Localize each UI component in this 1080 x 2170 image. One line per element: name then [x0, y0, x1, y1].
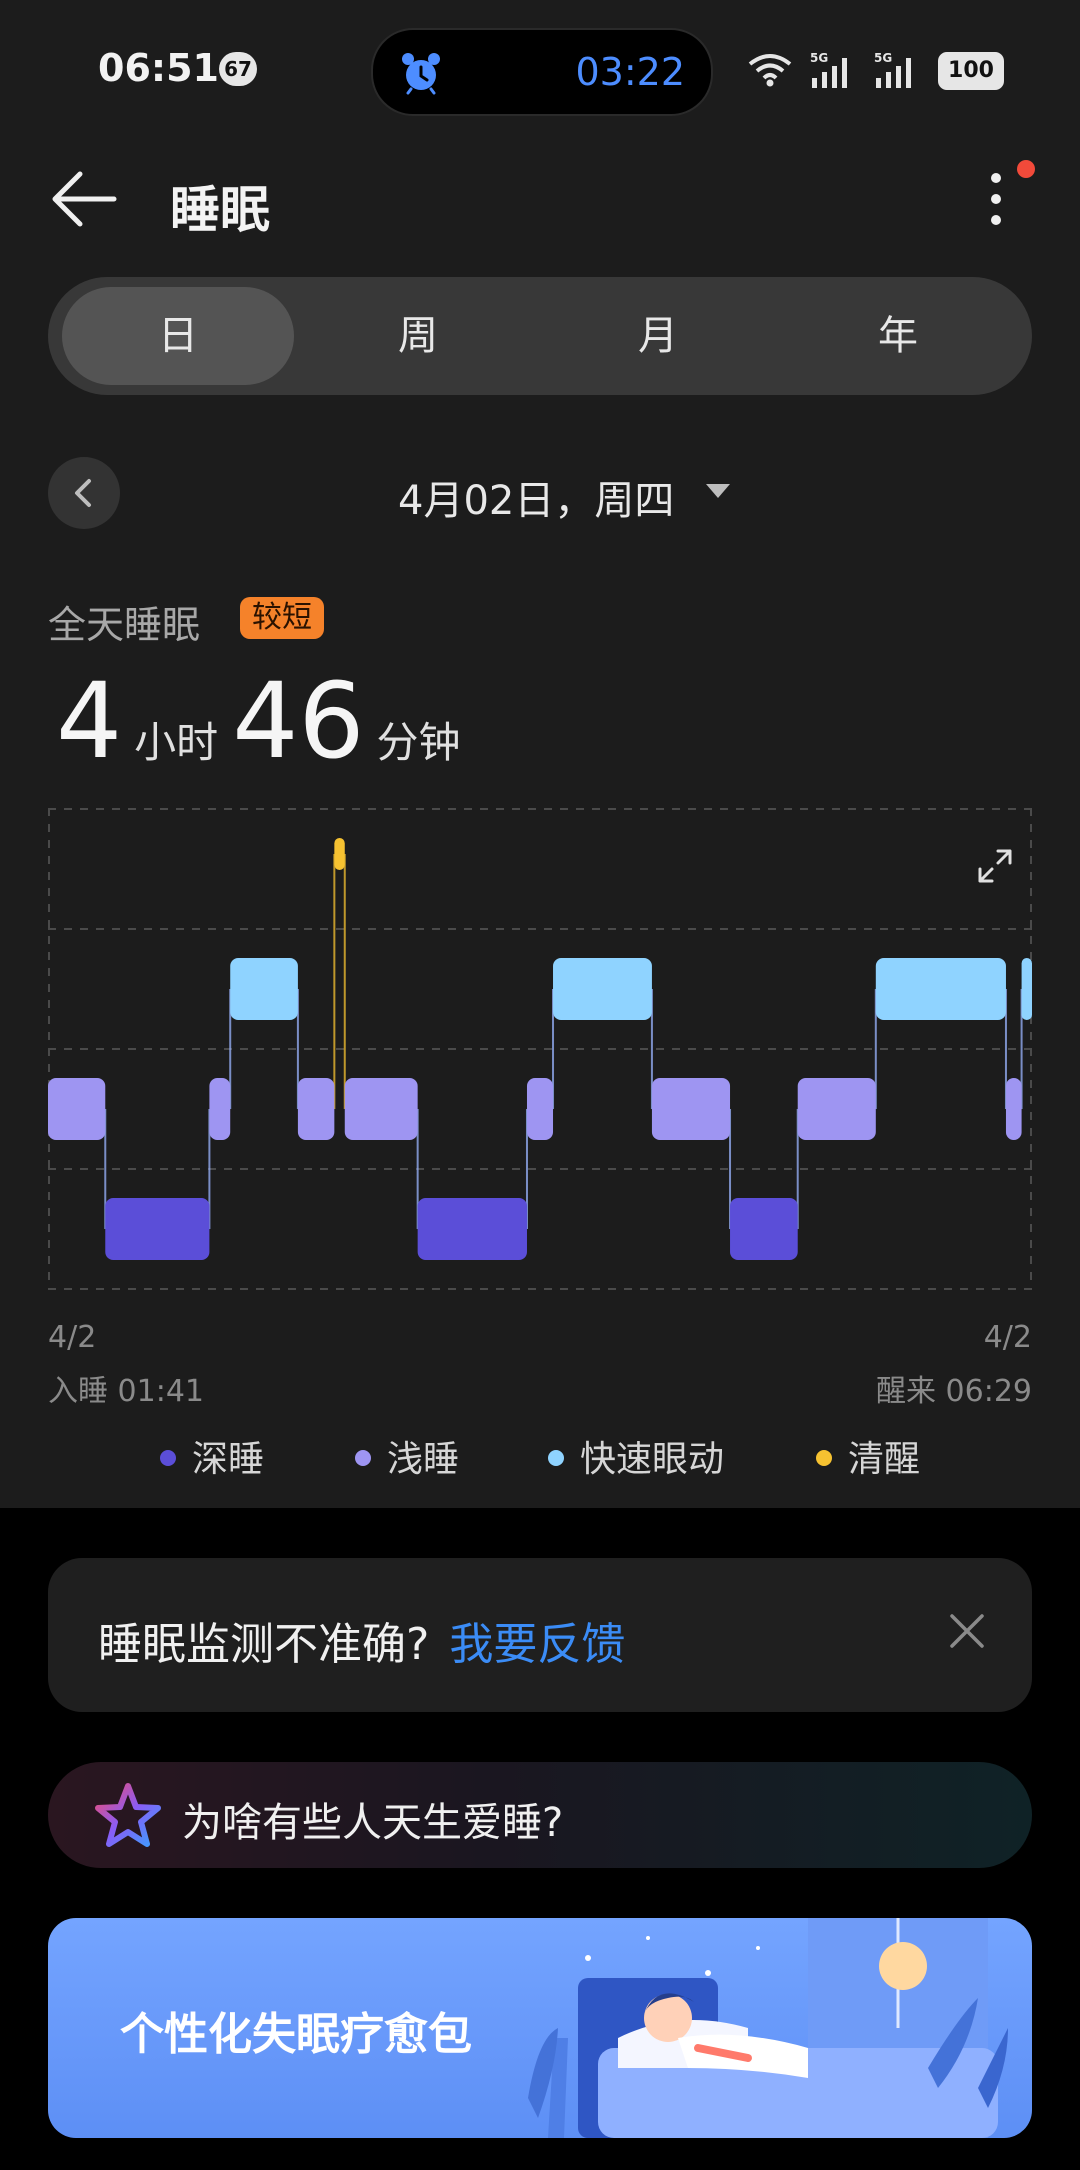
sleep-segment-bar [875, 958, 1006, 1020]
legend-awake: 清醒 [816, 1430, 920, 1482]
legend-label-light: 浅睡 [387, 1439, 460, 1480]
chart-legend: 深睡 浅睡 快速眼动 清醒 [0, 1430, 1080, 1480]
duration-hours: 4 [56, 660, 123, 782]
duration-minutes: 46 [232, 660, 365, 782]
legend-rem-sleep: 快速眼动 [548, 1430, 724, 1482]
legend-dot-light [355, 1450, 371, 1466]
legend-label-rem: 快速眼动 [580, 1439, 725, 1480]
sleep-duration: 4 小时 46 分钟 [56, 660, 475, 782]
alarm-clock-icon [402, 53, 440, 95]
status-badge: 较短 [240, 597, 324, 639]
status-indicators: 5G 5G 100 [746, 48, 1006, 92]
sleeping-person-illustration [528, 1918, 1008, 2138]
notification-badge: 67 [219, 52, 257, 86]
legend-dot-awake [816, 1450, 832, 1466]
sleep-segment-bar [553, 958, 652, 1020]
legend-deep-sleep: 深睡 [160, 1430, 264, 1482]
page-title: 睡眠 [170, 181, 270, 239]
tab-day[interactable]: 日 [62, 287, 294, 385]
wifi-icon [748, 54, 792, 87]
battery-indicator: 100 [938, 52, 1004, 90]
article-title: 为啥有些人天生爱睡? [182, 1800, 564, 1846]
chart-start-date: 4/2 [48, 1320, 97, 1355]
sleep-segment-bar [344, 1078, 418, 1140]
legend-light-sleep: 浅睡 [355, 1430, 459, 1482]
network-type-label: 5G [810, 51, 828, 65]
legend-label-awake: 清醒 [848, 1439, 921, 1480]
feedback-link[interactable]: 我要反馈 [449, 1619, 625, 1670]
expand-icon[interactable] [976, 847, 1014, 885]
tab-month[interactable]: 月 [542, 287, 774, 385]
sleep-segment-bar [334, 838, 345, 870]
tab-year[interactable]: 年 [782, 287, 1014, 385]
sleep-stage-chart[interactable] [48, 808, 1032, 1290]
sleep-segment-bar [297, 1078, 335, 1140]
legend-dot-rem [548, 1450, 564, 1466]
chevron-left-icon [75, 479, 91, 507]
caret-down-icon[interactable] [706, 484, 730, 498]
signal-icon-2: 5G [874, 51, 911, 88]
period-tabs: 日 周 月 年 [48, 277, 1032, 395]
signal-icon: 5G [810, 51, 847, 88]
sleep-segment-bar [209, 1078, 231, 1140]
sleep-segment-bar [1005, 1078, 1022, 1140]
notification-dot [1017, 160, 1035, 178]
duration-minutes-unit: 分钟 [376, 718, 461, 767]
summary-label: 全天睡眠 [48, 603, 201, 647]
wake-time: 醒来 06:29 [876, 1374, 1032, 1409]
feedback-text: 睡眠监测不准确? 我要反馈 [98, 1608, 625, 1672]
sleep-segment-bar [797, 1078, 876, 1140]
sleep-segment-bar [417, 1198, 527, 1260]
sleep-segment-bar [526, 1078, 554, 1140]
banner-title: 个性化失眠疗愈包 [120, 2009, 472, 2060]
previous-date-button[interactable] [48, 457, 120, 529]
chart-end-date: 4/2 [983, 1320, 1032, 1355]
sleep-start-time: 入睡 01:41 [48, 1374, 204, 1409]
insomnia-banner[interactable]: 个性化失眠疗愈包 [48, 1918, 1032, 2138]
close-icon[interactable] [946, 1610, 988, 1652]
more-options-icon[interactable] [976, 168, 1016, 230]
network-type-label-2: 5G [874, 51, 892, 65]
sleep-segment-bar [1021, 958, 1032, 1020]
sleep-segment-bar [730, 1198, 798, 1260]
date-selector[interactable]: 4月02日，周四 [398, 468, 674, 526]
ai-star-icon [95, 1783, 161, 1847]
sleep-segment-bar [230, 958, 298, 1020]
alarm-countdown: 03:22 [575, 50, 685, 94]
article-card[interactable]: 为啥有些人天生爱睡? [48, 1762, 1032, 1868]
sleep-segment-bar [651, 1078, 731, 1140]
feedback-question: 睡眠监测不准确? [98, 1619, 430, 1670]
dynamic-island[interactable]: 03:22 [371, 28, 713, 116]
duration-hours-unit: 小时 [134, 718, 219, 767]
legend-dot-deep [160, 1450, 176, 1466]
sleep-segment-bar [105, 1198, 210, 1260]
back-arrow-icon[interactable] [50, 168, 118, 230]
legend-label-deep: 深睡 [192, 1439, 265, 1480]
feedback-card: 睡眠监测不准确? 我要反馈 [48, 1558, 1032, 1712]
status-time: 06:51 [98, 46, 219, 90]
sleep-segment-bar [48, 1078, 106, 1140]
tab-week[interactable]: 周 [302, 287, 534, 385]
